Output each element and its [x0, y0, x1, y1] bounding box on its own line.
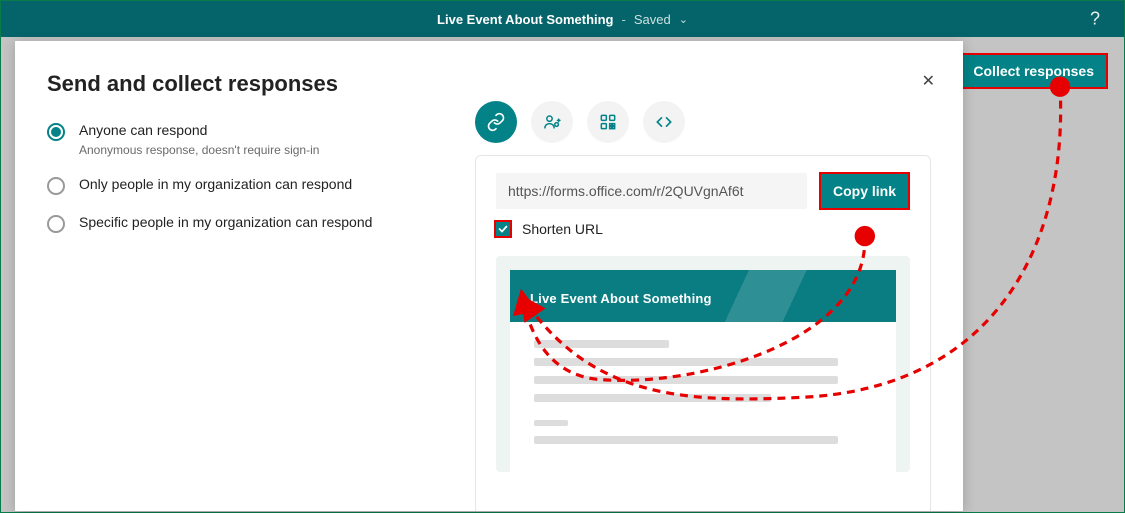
skeleton-line: [534, 358, 838, 366]
tab-embed[interactable]: [643, 101, 685, 143]
check-icon: [497, 223, 509, 235]
share-link-panel: https://forms.office.com/r/2QUVgnAf6t Co…: [475, 155, 931, 511]
radio-unselected-icon: [47, 215, 65, 233]
form-title[interactable]: Live Event About Something: [437, 12, 613, 27]
skeleton-line: [534, 394, 771, 402]
skeleton-line: [534, 340, 669, 348]
preview-banner: Live Event About Something: [510, 270, 896, 326]
preview-title: Live Event About Something: [530, 291, 712, 306]
send-responses-dialog: Send and collect responses ✕ Anyone can …: [15, 41, 963, 511]
skeleton-line: [534, 436, 838, 444]
tab-invite[interactable]: [531, 101, 573, 143]
share-method-tabs: [475, 101, 931, 143]
qr-icon: [598, 112, 618, 132]
option-anyone[interactable]: Anyone can respond Anonymous response, d…: [47, 121, 427, 157]
option-label: Anyone can respond: [79, 121, 319, 141]
option-specific-people[interactable]: Specific people in my organization can r…: [47, 213, 427, 233]
saved-status: Saved: [634, 12, 671, 27]
option-label: Only people in my organization can respo…: [79, 175, 352, 195]
app-header: Live Event About Something - Saved ⌄ ?: [1, 1, 1124, 37]
people-icon: [542, 112, 562, 132]
copy-link-button[interactable]: Copy link: [819, 172, 910, 210]
shorten-url-checkbox[interactable]: [494, 220, 512, 238]
dialog-title: Send and collect responses: [47, 71, 931, 97]
share-url-field[interactable]: https://forms.office.com/r/2QUVgnAf6t: [496, 173, 807, 209]
skeleton-line: [534, 420, 568, 426]
tab-qr[interactable]: [587, 101, 629, 143]
preview-body: [510, 322, 896, 472]
option-sublabel: Anonymous response, doesn't require sign…: [79, 143, 319, 157]
chevron-down-icon[interactable]: ⌄: [679, 13, 688, 26]
radio-unselected-icon: [47, 177, 65, 195]
form-preview: Live Event About Something: [496, 256, 910, 472]
tab-link[interactable]: [475, 101, 517, 143]
help-icon[interactable]: ?: [1090, 9, 1100, 30]
collect-responses-button[interactable]: Collect responses: [959, 53, 1108, 89]
code-icon: [654, 112, 674, 132]
audience-options: Anyone can respond Anonymous response, d…: [47, 101, 427, 511]
close-icon[interactable]: ✕: [922, 71, 935, 91]
option-label: Specific people in my organization can r…: [79, 213, 372, 233]
option-org-only[interactable]: Only people in my organization can respo…: [47, 175, 427, 195]
shorten-url-label: Shorten URL: [522, 221, 603, 237]
link-icon: [486, 112, 506, 132]
skeleton-line: [534, 376, 838, 384]
radio-selected-icon: [47, 123, 65, 141]
